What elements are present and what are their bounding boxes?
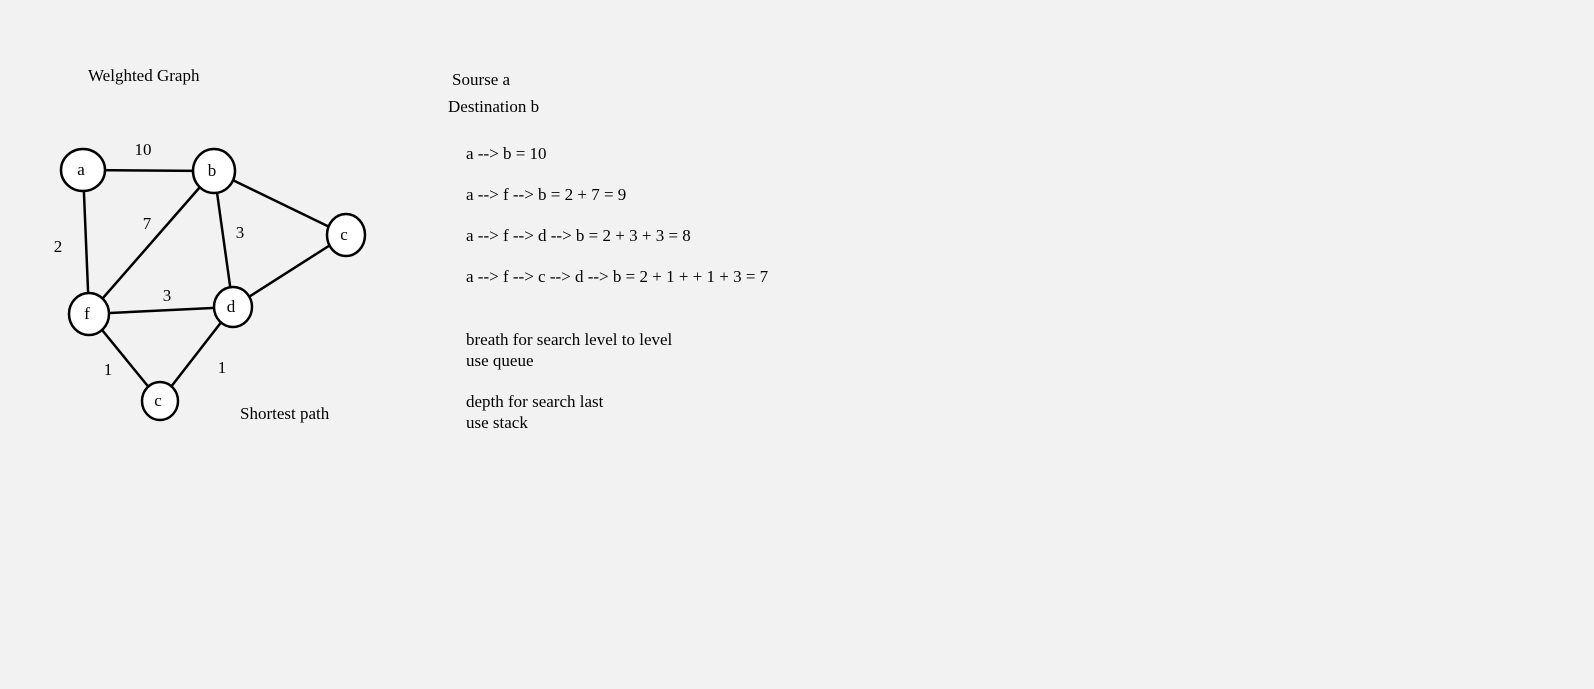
path-line: a --> b = 10 xyxy=(466,144,547,163)
edge-weight-label: 1 xyxy=(218,358,227,377)
node-label: d xyxy=(227,297,236,316)
path-line: a --> f --> b = 2 + 7 = 9 xyxy=(466,185,627,204)
node-c_right: c xyxy=(325,212,367,258)
source-label: Sourse a xyxy=(452,70,511,89)
node-label: a xyxy=(77,160,85,179)
note-line: depth for search last xyxy=(466,392,604,411)
path-line: a --> f --> c --> d --> b = 2 + 1 + + 1 … xyxy=(466,267,769,286)
node-a: a xyxy=(59,147,107,193)
node-label: b xyxy=(208,161,217,180)
note-line: use stack xyxy=(466,413,528,432)
note-line: breath for search level to level xyxy=(466,330,673,349)
edge-f-d xyxy=(88,305,234,316)
edge-weight-label: 3 xyxy=(163,286,172,305)
node-b: b xyxy=(191,147,237,195)
node-label: c xyxy=(154,391,162,410)
node-d: d xyxy=(212,285,254,329)
edge-weight-label: 3 xyxy=(236,223,245,242)
edge-weight-label: 2 xyxy=(54,237,63,256)
node-label: f xyxy=(84,304,90,323)
edge-weight-label: 10 xyxy=(135,140,152,159)
edge-weight-label: 1 xyxy=(104,360,113,379)
edge-f-b xyxy=(88,170,215,315)
note-line: use queue xyxy=(466,351,534,370)
destination-label: Destination b xyxy=(448,97,540,116)
node-f: f xyxy=(67,291,111,337)
weighted-graph: a b c d f c 10 2 7 3 3 1 1 xyxy=(54,140,367,422)
node-label: c xyxy=(340,225,348,244)
node-c_bottom: c xyxy=(140,380,180,422)
edge-weight-label: 7 xyxy=(143,214,152,233)
path-line: a --> f --> d --> b = 2 + 3 + 3 = 8 xyxy=(466,226,691,245)
